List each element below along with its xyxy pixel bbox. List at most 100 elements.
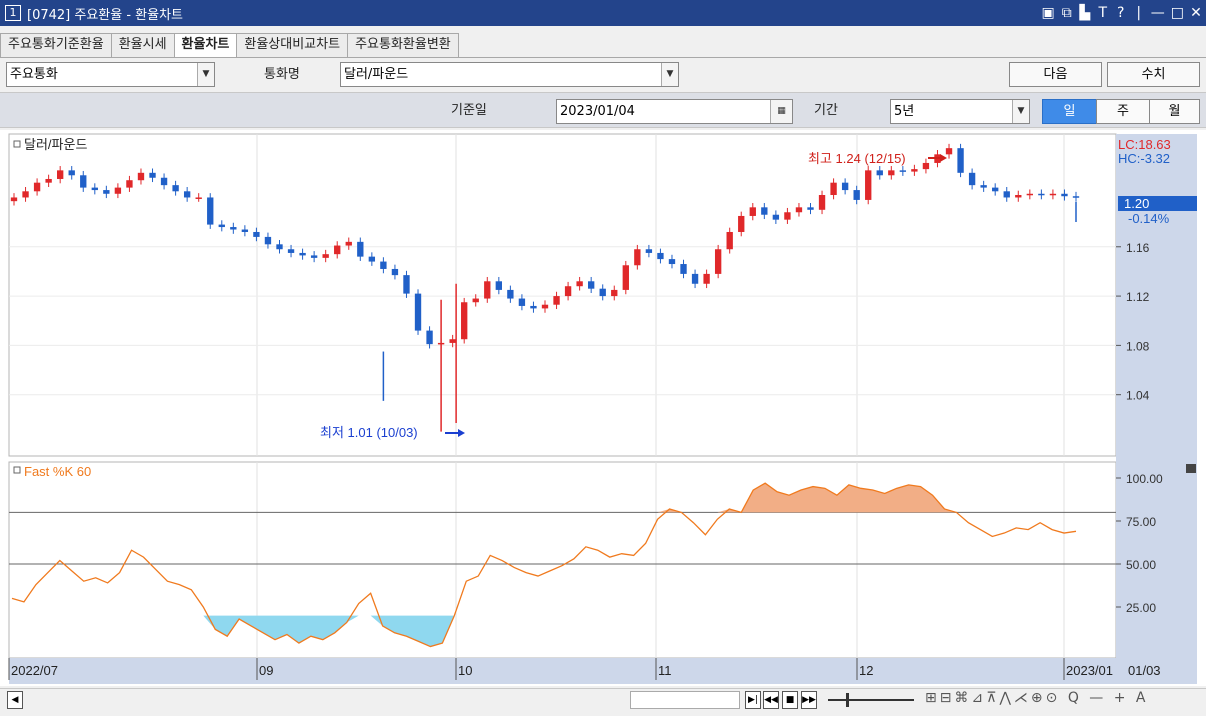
period-week-button[interactable]: 주	[1096, 99, 1150, 124]
candle-body	[911, 169, 918, 172]
min-annotation: 최저 1.01 (10/03)	[320, 425, 418, 440]
period-day-button[interactable]: 일	[1042, 99, 1097, 124]
copy-window-icon[interactable]: ⧉	[1061, 5, 1073, 21]
candle-body	[56, 170, 64, 179]
period-select[interactable]: 5년 ▼	[890, 99, 1030, 124]
tab-rate-chart[interactable]: 환율차트	[173, 33, 238, 58]
maximize-icon[interactable]: □	[1171, 5, 1184, 21]
tab-rate-quotes[interactable]: 환율시세	[110, 33, 175, 57]
chart-area[interactable]: 달러/파운드 최저 1.01 (10/03) 최고 1.24 (12/15) Fas…	[0, 130, 1206, 686]
candle-body	[749, 207, 756, 216]
close-icon[interactable]: ✕	[1190, 5, 1202, 21]
candle-body	[865, 170, 872, 200]
play-end-button[interactable]: ▶|	[745, 691, 761, 709]
x-tick-label: 10	[458, 663, 472, 678]
candle-body	[264, 236, 272, 245]
price-tick-label: 1.16	[1126, 241, 1150, 255]
candle-body	[403, 275, 410, 294]
candle-body	[310, 255, 318, 258]
candle-body	[461, 302, 468, 340]
calendar-icon[interactable]: ▦	[770, 100, 792, 123]
period-value: 5년	[894, 104, 915, 119]
stoch-tick-label: 50.00	[1126, 558, 1156, 572]
x-tick-label: 11	[658, 663, 672, 678]
tab-relative-chart[interactable]: 환율상대비교차트	[236, 33, 349, 57]
x-tick-label: 09	[259, 663, 273, 678]
tab-major-base-rate[interactable]: 주요통화기준환율	[0, 33, 112, 57]
candle-body	[714, 249, 722, 274]
date-toolbar: 기준일 2023/01/04 ▦ 기간 5년 ▼ 일 주 월	[0, 92, 1206, 128]
candle-body	[957, 148, 964, 173]
candle-body	[853, 190, 860, 200]
candle-body	[876, 170, 883, 176]
candle-body	[945, 148, 953, 155]
window-titlebar: 1 [0742] 주요환율 - 환율차트 ▣ ⧉ ▙ T ? | — □ ✕	[0, 0, 1206, 26]
price-series-label: 달러/파운드	[24, 137, 87, 152]
minimize-icon[interactable]: —	[1151, 5, 1165, 21]
font-icon[interactable]: T	[1097, 5, 1109, 21]
candle-body	[172, 185, 179, 192]
candle-body	[449, 339, 456, 343]
tab-rate-converter[interactable]: 주요통화환율변환	[347, 33, 459, 57]
candle-body	[680, 264, 687, 274]
candle-body	[576, 281, 583, 287]
next-button[interactable]: 다음	[1009, 62, 1102, 87]
candle-body	[276, 244, 283, 250]
candle-body	[703, 273, 710, 284]
candle-body	[183, 191, 191, 198]
period-month-button[interactable]: 월	[1149, 99, 1200, 124]
candle-body	[357, 241, 364, 257]
candle-body	[287, 249, 295, 253]
chevron-down-icon[interactable]: ▼	[197, 63, 214, 86]
period-label: 기간	[814, 103, 838, 118]
candle-body	[772, 214, 780, 220]
currency-group-value: 주요통화	[10, 67, 58, 82]
scroll-left-button[interactable]: ◀	[7, 691, 23, 709]
candle-body	[218, 224, 225, 228]
candle-body	[541, 304, 549, 309]
candle-body	[391, 268, 399, 276]
layout-icon[interactable]: ▣	[1042, 5, 1055, 21]
numeric-button[interactable]: 수치	[1107, 62, 1200, 87]
link-icon[interactable]: ▙	[1079, 5, 1091, 21]
hc-label: HC:-3.32	[1118, 151, 1170, 166]
panel-close-icon	[1186, 464, 1196, 473]
price-tick-label: 1.12	[1126, 290, 1150, 304]
base-date-field[interactable]: 2023/01/04 ▦	[556, 99, 793, 124]
chevron-down-icon[interactable]: ▼	[1012, 100, 1029, 123]
candle-body	[530, 305, 537, 309]
candle-body	[80, 175, 87, 188]
exchange-rate-chart[interactable]: 달러/파운드최저 1.01 (10/03) 최고 1.24 (12/15) Fas…	[0, 130, 1206, 686]
stop-button[interactable]: ■	[782, 691, 798, 709]
stoch-tick-label: 100.00	[1126, 472, 1163, 486]
candle-body	[45, 178, 52, 183]
candle-body	[484, 281, 491, 299]
candle-body	[899, 170, 907, 172]
chevron-down-icon[interactable]: ▼	[661, 63, 678, 86]
candle-body	[518, 298, 526, 306]
rewind-button[interactable]: ◀◀	[763, 691, 779, 709]
currency-select[interactable]: 달러/파운드 ▼	[340, 62, 679, 87]
candle-body	[380, 261, 387, 269]
candle-body	[1061, 193, 1068, 197]
candle-body	[10, 197, 18, 202]
zoom-slider-handle[interactable]	[846, 693, 849, 707]
candle-body	[426, 330, 433, 345]
candle-body	[611, 289, 618, 297]
candle-body	[149, 172, 156, 178]
candle-body	[1072, 196, 1080, 198]
max-annotation: 최고 1.24 (12/15)	[808, 151, 906, 166]
help-icon[interactable]: ?	[1115, 5, 1127, 21]
zoom-slider[interactable]	[828, 699, 914, 701]
candle-body	[1026, 193, 1034, 196]
candle-body	[587, 281, 595, 289]
scrollbar-track[interactable]	[630, 691, 740, 709]
candle-body	[495, 281, 503, 290]
candle-body	[114, 187, 122, 194]
chart-tool-icons[interactable]: ⊞⊟⌘⊿⊼⋀⋌⊕⊙ Q — + A	[925, 690, 1149, 706]
last-change-label: -0.14%	[1128, 211, 1170, 226]
currency-group-select[interactable]: 주요통화 ▼	[6, 62, 215, 87]
x-tick-label: 2023/01	[1066, 663, 1113, 678]
candle-body	[634, 249, 641, 266]
fast-forward-button[interactable]: ▶▶	[801, 691, 817, 709]
